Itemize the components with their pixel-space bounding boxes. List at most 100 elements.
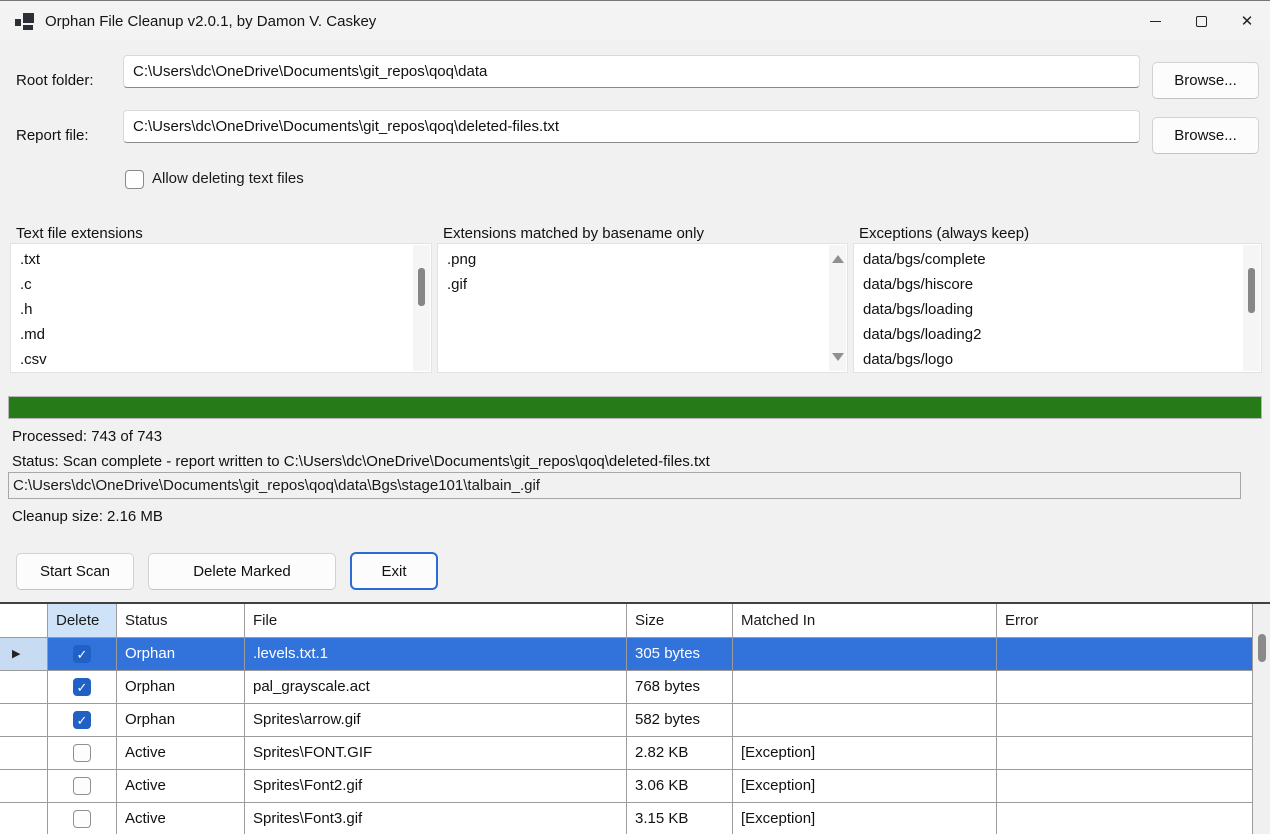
exit-button[interactable]: Exit [350, 552, 438, 590]
scrollbar-track[interactable] [413, 245, 430, 371]
grid-cell-size[interactable]: 3.06 KB [627, 770, 733, 803]
title-bar[interactable]: Orphan File Cleanup v2.0.1, by Damon V. … [0, 1, 1270, 41]
column-header-row-selector[interactable] [0, 604, 48, 638]
delete-checkbox[interactable]: ✓ [73, 678, 91, 696]
table-row[interactable]: ✓ OrphanSprites\arrow.gif582 bytes [0, 704, 1253, 737]
list-item[interactable]: .md [11, 322, 431, 347]
list-item[interactable]: .c [11, 272, 431, 297]
column-header-delete[interactable]: Delete [48, 604, 117, 638]
row-selector-cell[interactable]: ▶ [0, 638, 48, 671]
grid-cell-status[interactable]: Active [117, 803, 245, 834]
scrollbar-thumb[interactable] [418, 268, 425, 306]
delete-marked-button[interactable]: Delete Marked [148, 553, 336, 590]
report-file-browse-button[interactable]: Browse... [1152, 117, 1259, 154]
root-folder-input[interactable] [123, 55, 1140, 88]
delete-checkbox-cell[interactable] [48, 803, 117, 834]
column-header-error[interactable]: Error [997, 604, 1253, 638]
grid-cell-status[interactable]: Active [117, 770, 245, 803]
row-selector-cell[interactable] [0, 737, 48, 770]
delete-checkbox[interactable] [73, 810, 91, 828]
table-row[interactable]: ActiveSprites\FONT.GIF2.82 KB[Exception] [0, 737, 1253, 770]
delete-checkbox[interactable] [73, 777, 91, 795]
grid-cell-file[interactable]: pal_grayscale.act [245, 671, 627, 704]
delete-checkbox-cell[interactable] [48, 770, 117, 803]
grid-cell-size[interactable]: 305 bytes [627, 638, 733, 671]
scroll-down-icon[interactable] [832, 353, 844, 361]
table-row[interactable]: ▶ ✓ Orphan.levels.txt.1305 bytes [0, 638, 1253, 671]
column-header-status[interactable]: Status [117, 604, 245, 638]
current-file-path: C:\Users\dc\OneDrive\Documents\git_repos… [8, 472, 1241, 499]
grid-cell-status[interactable]: Orphan [117, 638, 245, 671]
basename-extensions-list[interactable]: .png.gif [437, 243, 848, 373]
grid-cell-size[interactable]: 768 bytes [627, 671, 733, 704]
row-selector-cell[interactable] [0, 704, 48, 737]
list-item[interactable]: data/bgs/loading2 [854, 322, 1261, 347]
maximize-button[interactable] [1178, 1, 1224, 41]
row-selector-cell[interactable] [0, 803, 48, 834]
grid-cell-matched-in[interactable] [733, 638, 997, 671]
grid-cell-size[interactable]: 3.15 KB [627, 803, 733, 834]
delete-checkbox[interactable]: ✓ [73, 711, 91, 729]
list-item[interactable]: data/bgs/logo [854, 347, 1261, 372]
row-selector-cell[interactable] [0, 770, 48, 803]
delete-checkbox[interactable]: ✓ [73, 645, 91, 663]
grid-cell-error[interactable] [997, 737, 1253, 770]
scrollbar-track[interactable] [1243, 245, 1260, 371]
delete-checkbox-cell[interactable]: ✓ [48, 704, 117, 737]
grid-cell-matched-in[interactable]: [Exception] [733, 737, 997, 770]
delete-checkbox-cell[interactable] [48, 737, 117, 770]
grid-cell-error[interactable] [997, 803, 1253, 834]
grid-cell-file[interactable]: Sprites\Font2.gif [245, 770, 627, 803]
grid-cell-error[interactable] [997, 704, 1253, 737]
delete-checkbox-cell[interactable]: ✓ [48, 671, 117, 704]
row-selector-cell[interactable] [0, 671, 48, 704]
grid-cell-matched-in[interactable]: [Exception] [733, 770, 997, 803]
column-header-matched-in[interactable]: Matched In [733, 604, 997, 638]
root-folder-browse-button[interactable]: Browse... [1152, 62, 1259, 99]
grid-cell-file[interactable]: .levels.txt.1 [245, 638, 627, 671]
report-file-input[interactable] [123, 110, 1140, 143]
delete-checkbox-cell[interactable]: ✓ [48, 638, 117, 671]
grid-cell-status[interactable]: Orphan [117, 704, 245, 737]
grid-cell-status[interactable]: Orphan [117, 671, 245, 704]
grid-cell-file[interactable]: Sprites\FONT.GIF [245, 737, 627, 770]
scrollbar-track[interactable] [829, 245, 846, 371]
grid-cell-matched-in[interactable]: [Exception] [733, 803, 997, 834]
scrollbar-thumb[interactable] [1248, 268, 1255, 313]
grid-cell-file[interactable]: Sprites\arrow.gif [245, 704, 627, 737]
grid-cell-error[interactable] [997, 770, 1253, 803]
list-item[interactable]: data/bgs/hiscore [854, 272, 1261, 297]
table-row[interactable]: ActiveSprites\Font2.gif3.06 KB[Exception… [0, 770, 1253, 803]
progress-bar [8, 396, 1262, 419]
scroll-up-icon[interactable] [832, 255, 844, 263]
start-scan-button[interactable]: Start Scan [16, 553, 134, 590]
list-item[interactable]: .gif [438, 272, 847, 297]
grid-cell-status[interactable]: Active [117, 737, 245, 770]
delete-checkbox[interactable] [73, 744, 91, 762]
table-row[interactable]: ActiveSprites\Font3.gif3.15 KB[Exception… [0, 803, 1253, 834]
app-icon [15, 12, 35, 30]
list-item[interactable]: .txt [11, 247, 431, 272]
list-item[interactable]: .png [438, 247, 847, 272]
grid-cell-error[interactable] [997, 671, 1253, 704]
grid-cell-error[interactable] [997, 638, 1253, 671]
minimize-button[interactable] [1132, 1, 1178, 41]
exceptions-list[interactable]: data/bgs/completedata/bgs/hiscoredata/bg… [853, 243, 1262, 373]
column-header-size[interactable]: Size [627, 604, 733, 638]
allow-delete-text-checkbox[interactable] [125, 170, 144, 189]
grid-cell-matched-in[interactable] [733, 704, 997, 737]
grid-cell-size[interactable]: 2.82 KB [627, 737, 733, 770]
list-item[interactable]: .csv [11, 347, 431, 372]
grid-scrollbar-thumb[interactable] [1258, 634, 1266, 662]
grid-cell-size[interactable]: 582 bytes [627, 704, 733, 737]
column-header-file[interactable]: File [245, 604, 627, 638]
text-extensions-list[interactable]: .txt.c.h.md.csv [10, 243, 432, 373]
list-item[interactable]: .h [11, 297, 431, 322]
list-item[interactable]: data/bgs/complete [854, 247, 1261, 272]
list-item[interactable]: data/bgs/loading [854, 297, 1261, 322]
grid-cell-matched-in[interactable] [733, 671, 997, 704]
grid-scrollbar-track[interactable] [1253, 604, 1270, 834]
close-button[interactable]: ✕ [1224, 1, 1270, 41]
grid-cell-file[interactable]: Sprites\Font3.gif [245, 803, 627, 834]
table-row[interactable]: ✓ Orphanpal_grayscale.act768 bytes [0, 671, 1253, 704]
